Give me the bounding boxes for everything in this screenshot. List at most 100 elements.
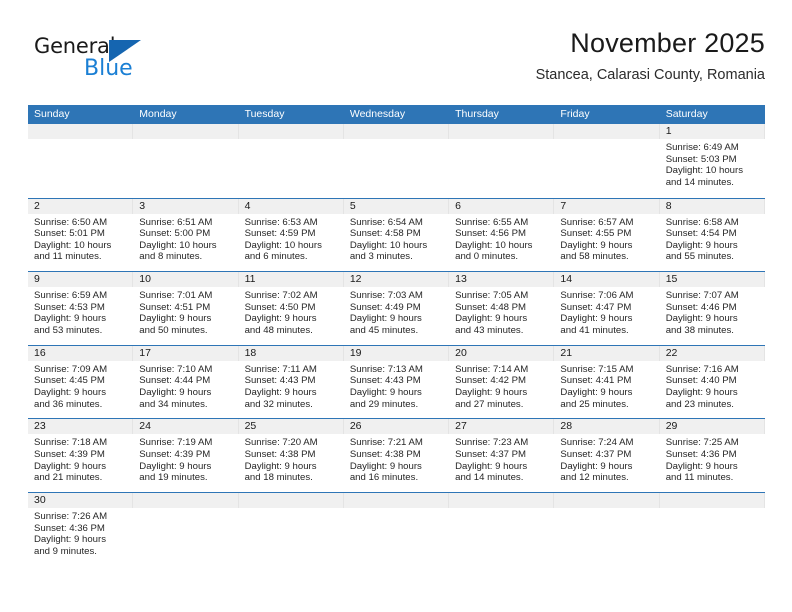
daylight-text-line1: Daylight: 9 hours <box>34 313 106 325</box>
sunset-text: Sunset: 4:37 PM <box>560 448 632 460</box>
day-number: 22 <box>659 345 765 361</box>
day-cell[interactable]: 17 Sunrise: 7:10 AM Sunset: 4:44 PM Dayligh… <box>133 345 239 419</box>
daylight-text-line1: Daylight: 9 hours <box>244 460 317 472</box>
day-number: 1 <box>659 124 765 139</box>
day-cell[interactable]: 4 Sunrise: 6:53 AM Sunset: 4:59 PM Daylight… <box>238 198 344 272</box>
day-number: 13 <box>449 272 555 288</box>
day-number <box>238 124 344 139</box>
day-cell[interactable]: 3 Sunrise: 6:51 AM Sunset: 5:00 PM Daylight… <box>133 198 239 272</box>
title-block: November 2025 Stancea, Calarasi County, … <box>536 28 765 84</box>
day-number: 7 <box>554 198 660 214</box>
day-number: 28 <box>554 419 660 435</box>
day-details: Sunrise: 7:21 AM Sunset: 4:38 PM Daylight:… <box>344 434 449 483</box>
sunset-text: Sunset: 4:43 PM <box>244 375 316 387</box>
day-cell[interactable]: 11 Sunrise: 7:02 AM Sunset: 4:50 PM Dayligh… <box>238 272 344 345</box>
sunrise-text: Sunrise: 7:02 AM <box>244 290 318 302</box>
day-cell-empty <box>449 124 555 198</box>
day-number: 4 <box>238 198 344 214</box>
day-cell[interactable]: 7 Sunrise: 6:57 AM Sunset: 4:55 PM Daylight… <box>554 198 660 272</box>
sunset-text: Sunset: 4:46 PM <box>665 301 737 313</box>
daylight-text-line2: and 16 minutes. <box>349 472 419 484</box>
day-cell[interactable]: 24 Sunrise: 7:19 AM Sunset: 4:39 PM Dayligh… <box>133 419 239 492</box>
day-cell[interactable]: 26 Sunrise: 7:21 AM Sunset: 4:38 PM Dayligh… <box>343 419 450 492</box>
daylight-text-line2: and 14 minutes. <box>665 176 734 188</box>
day-details: Sunrise: 7:01 AM Sunset: 4:51 PM Daylight:… <box>133 287 238 336</box>
day-cell[interactable]: 19 Sunrise: 7:13 AM Sunset: 4:43 PM Dayligh… <box>343 345 450 419</box>
day-number <box>659 492 765 508</box>
day-number <box>28 124 134 139</box>
sunset-text: Sunset: 4:36 PM <box>665 448 737 460</box>
sunrise-text: Sunrise: 6:50 AM <box>34 216 108 228</box>
sunrise-text: Sunrise: 7:03 AM <box>349 290 423 302</box>
daylight-text-line1: Daylight: 9 hours <box>665 239 738 251</box>
day-number: 16 <box>28 345 134 361</box>
day-details: Sunrise: 7:06 AM Sunset: 4:47 PM Daylight:… <box>554 287 659 336</box>
day-cell[interactable]: 10 Sunrise: 7:01 AM Sunset: 4:51 PM Dayligh… <box>133 272 239 345</box>
day-cell[interactable]: 22 Sunrise: 7:16 AM Sunset: 4:40 PM Dayligh… <box>659 345 765 419</box>
daylight-text-line2: and 18 minutes. <box>244 472 313 484</box>
sunrise-text: Sunrise: 6:53 AM <box>244 216 318 228</box>
sunrise-text: Sunrise: 7:07 AM <box>665 290 739 302</box>
sunrise-text: Sunrise: 6:57 AM <box>560 216 634 228</box>
daylight-text-line2: and 14 minutes. <box>455 472 524 484</box>
day-cell[interactable]: 30 Sunrise: 7:26 AM Sunset: 4:36 PM Dayligh… <box>28 492 134 566</box>
day-cell[interactable]: 23 Sunrise: 7:18 AM Sunset: 4:39 PM Dayligh… <box>28 419 134 492</box>
day-cell[interactable]: 9 Sunrise: 6:59 AM Sunset: 4:53 PM Daylight… <box>28 272 134 345</box>
weekday-header-row: Sunday Monday Tuesday Wednesday Thursday… <box>28 105 765 124</box>
day-number <box>343 492 450 508</box>
day-cell-empty <box>133 492 239 566</box>
daylight-text-line1: Daylight: 9 hours <box>349 460 422 472</box>
day-cell[interactable]: 6 Sunrise: 6:55 AM Sunset: 4:56 PM Daylight… <box>449 198 555 272</box>
brand-logo[interactable]: General Blue <box>34 36 194 90</box>
day-cell[interactable]: 25 Sunrise: 7:20 AM Sunset: 4:38 PM Dayligh… <box>238 419 344 492</box>
day-details: Sunrise: 6:58 AM Sunset: 4:54 PM Daylight:… <box>660 214 765 263</box>
sunset-text: Sunset: 4:51 PM <box>139 301 211 313</box>
day-cell[interactable]: 21 Sunrise: 7:15 AM Sunset: 4:41 PM Dayligh… <box>554 345 660 419</box>
day-cell[interactable]: 27 Sunrise: 7:23 AM Sunset: 4:37 PM Dayligh… <box>449 419 555 492</box>
day-cell[interactable]: 5 Sunrise: 6:54 AM Sunset: 4:58 PM Daylight… <box>343 198 450 272</box>
day-cell[interactable]: 28 Sunrise: 7:24 AM Sunset: 4:37 PM Dayligh… <box>554 419 660 492</box>
day-cell[interactable]: 1 Sunrise: 6:49 AM Sunset: 5:03 PM Daylight… <box>659 124 765 198</box>
day-cell[interactable]: 8 Sunrise: 6:58 AM Sunset: 4:54 PM Daylight… <box>659 198 765 272</box>
sunset-text: Sunset: 4:43 PM <box>349 375 421 387</box>
weekday-header-wednesday: Wednesday <box>349 108 406 120</box>
day-details: Sunrise: 6:50 AM Sunset: 5:01 PM Daylight:… <box>28 214 133 263</box>
day-cell[interactable]: 2 Sunrise: 6:50 AM Sunset: 5:01 PM Daylight… <box>28 198 134 272</box>
calendar-week-row: 1 Sunrise: 6:49 AM Sunset: 5:03 PM Daylight… <box>28 124 765 198</box>
sunrise-text: Sunrise: 7:23 AM <box>455 437 529 449</box>
day-cell[interactable]: 13 Sunrise: 7:05 AM Sunset: 4:48 PM Dayligh… <box>449 272 555 345</box>
calendar-week-row: 30 Sunrise: 7:26 AM Sunset: 4:36 PM Dayligh… <box>28 491 765 566</box>
day-cell[interactable]: 20 Sunrise: 7:14 AM Sunset: 4:42 PM Dayligh… <box>449 345 555 419</box>
sunrise-text: Sunrise: 7:01 AM <box>139 290 213 302</box>
sunset-text: Sunset: 4:38 PM <box>349 448 421 460</box>
day-details: Sunrise: 7:19 AM Sunset: 4:39 PM Daylight:… <box>133 434 238 483</box>
day-number: 19 <box>343 345 450 361</box>
daylight-text-line1: Daylight: 9 hours <box>34 460 106 472</box>
page-header: General Blue November 2025 Stancea, Cala… <box>28 28 765 98</box>
daylight-text-line2: and 36 minutes. <box>34 398 103 410</box>
day-cell[interactable]: 16 Sunrise: 7:09 AM Sunset: 4:45 PM Dayligh… <box>28 345 134 419</box>
daylight-text-line2: and 6 minutes. <box>244 251 308 263</box>
day-cell[interactable]: 14 Sunrise: 7:06 AM Sunset: 4:47 PM Dayligh… <box>554 272 660 345</box>
day-details: Sunrise: 7:16 AM Sunset: 4:40 PM Daylight:… <box>660 361 765 410</box>
calendar-week-row: 23 Sunrise: 7:18 AM Sunset: 4:39 PM Dayligh… <box>28 418 765 492</box>
day-cell[interactable]: 18 Sunrise: 7:11 AM Sunset: 4:43 PM Dayligh… <box>238 345 344 419</box>
day-details: Sunrise: 6:51 AM Sunset: 5:00 PM Daylight:… <box>133 214 238 263</box>
sunrise-text: Sunrise: 7:10 AM <box>139 363 213 375</box>
weekday-header-saturday: Saturday <box>665 108 708 120</box>
day-details: Sunrise: 6:53 AM Sunset: 4:59 PM Daylight:… <box>239 214 344 263</box>
day-cell[interactable]: 29 Sunrise: 7:25 AM Sunset: 4:36 PM Dayligh… <box>659 419 765 492</box>
day-details: Sunrise: 7:24 AM Sunset: 4:37 PM Daylight:… <box>554 434 659 483</box>
sunrise-text: Sunrise: 7:20 AM <box>244 437 318 449</box>
day-cell[interactable]: 15 Sunrise: 7:07 AM Sunset: 4:46 PM Dayligh… <box>659 272 765 345</box>
sunrise-text: Sunrise: 7:11 AM <box>244 363 317 375</box>
sunrise-text: Sunrise: 7:14 AM <box>455 363 529 375</box>
day-cell-empty <box>133 124 239 198</box>
day-number: 15 <box>659 272 765 288</box>
day-number: 17 <box>133 345 239 361</box>
daylight-text-line1: Daylight: 10 hours <box>139 239 217 251</box>
day-details: Sunrise: 7:23 AM Sunset: 4:37 PM Daylight:… <box>449 434 554 483</box>
daylight-text-line2: and 23 minutes. <box>665 398 734 410</box>
day-cell-empty <box>554 124 660 198</box>
day-cell[interactable]: 12 Sunrise: 7:03 AM Sunset: 4:49 PM Dayligh… <box>343 272 450 345</box>
